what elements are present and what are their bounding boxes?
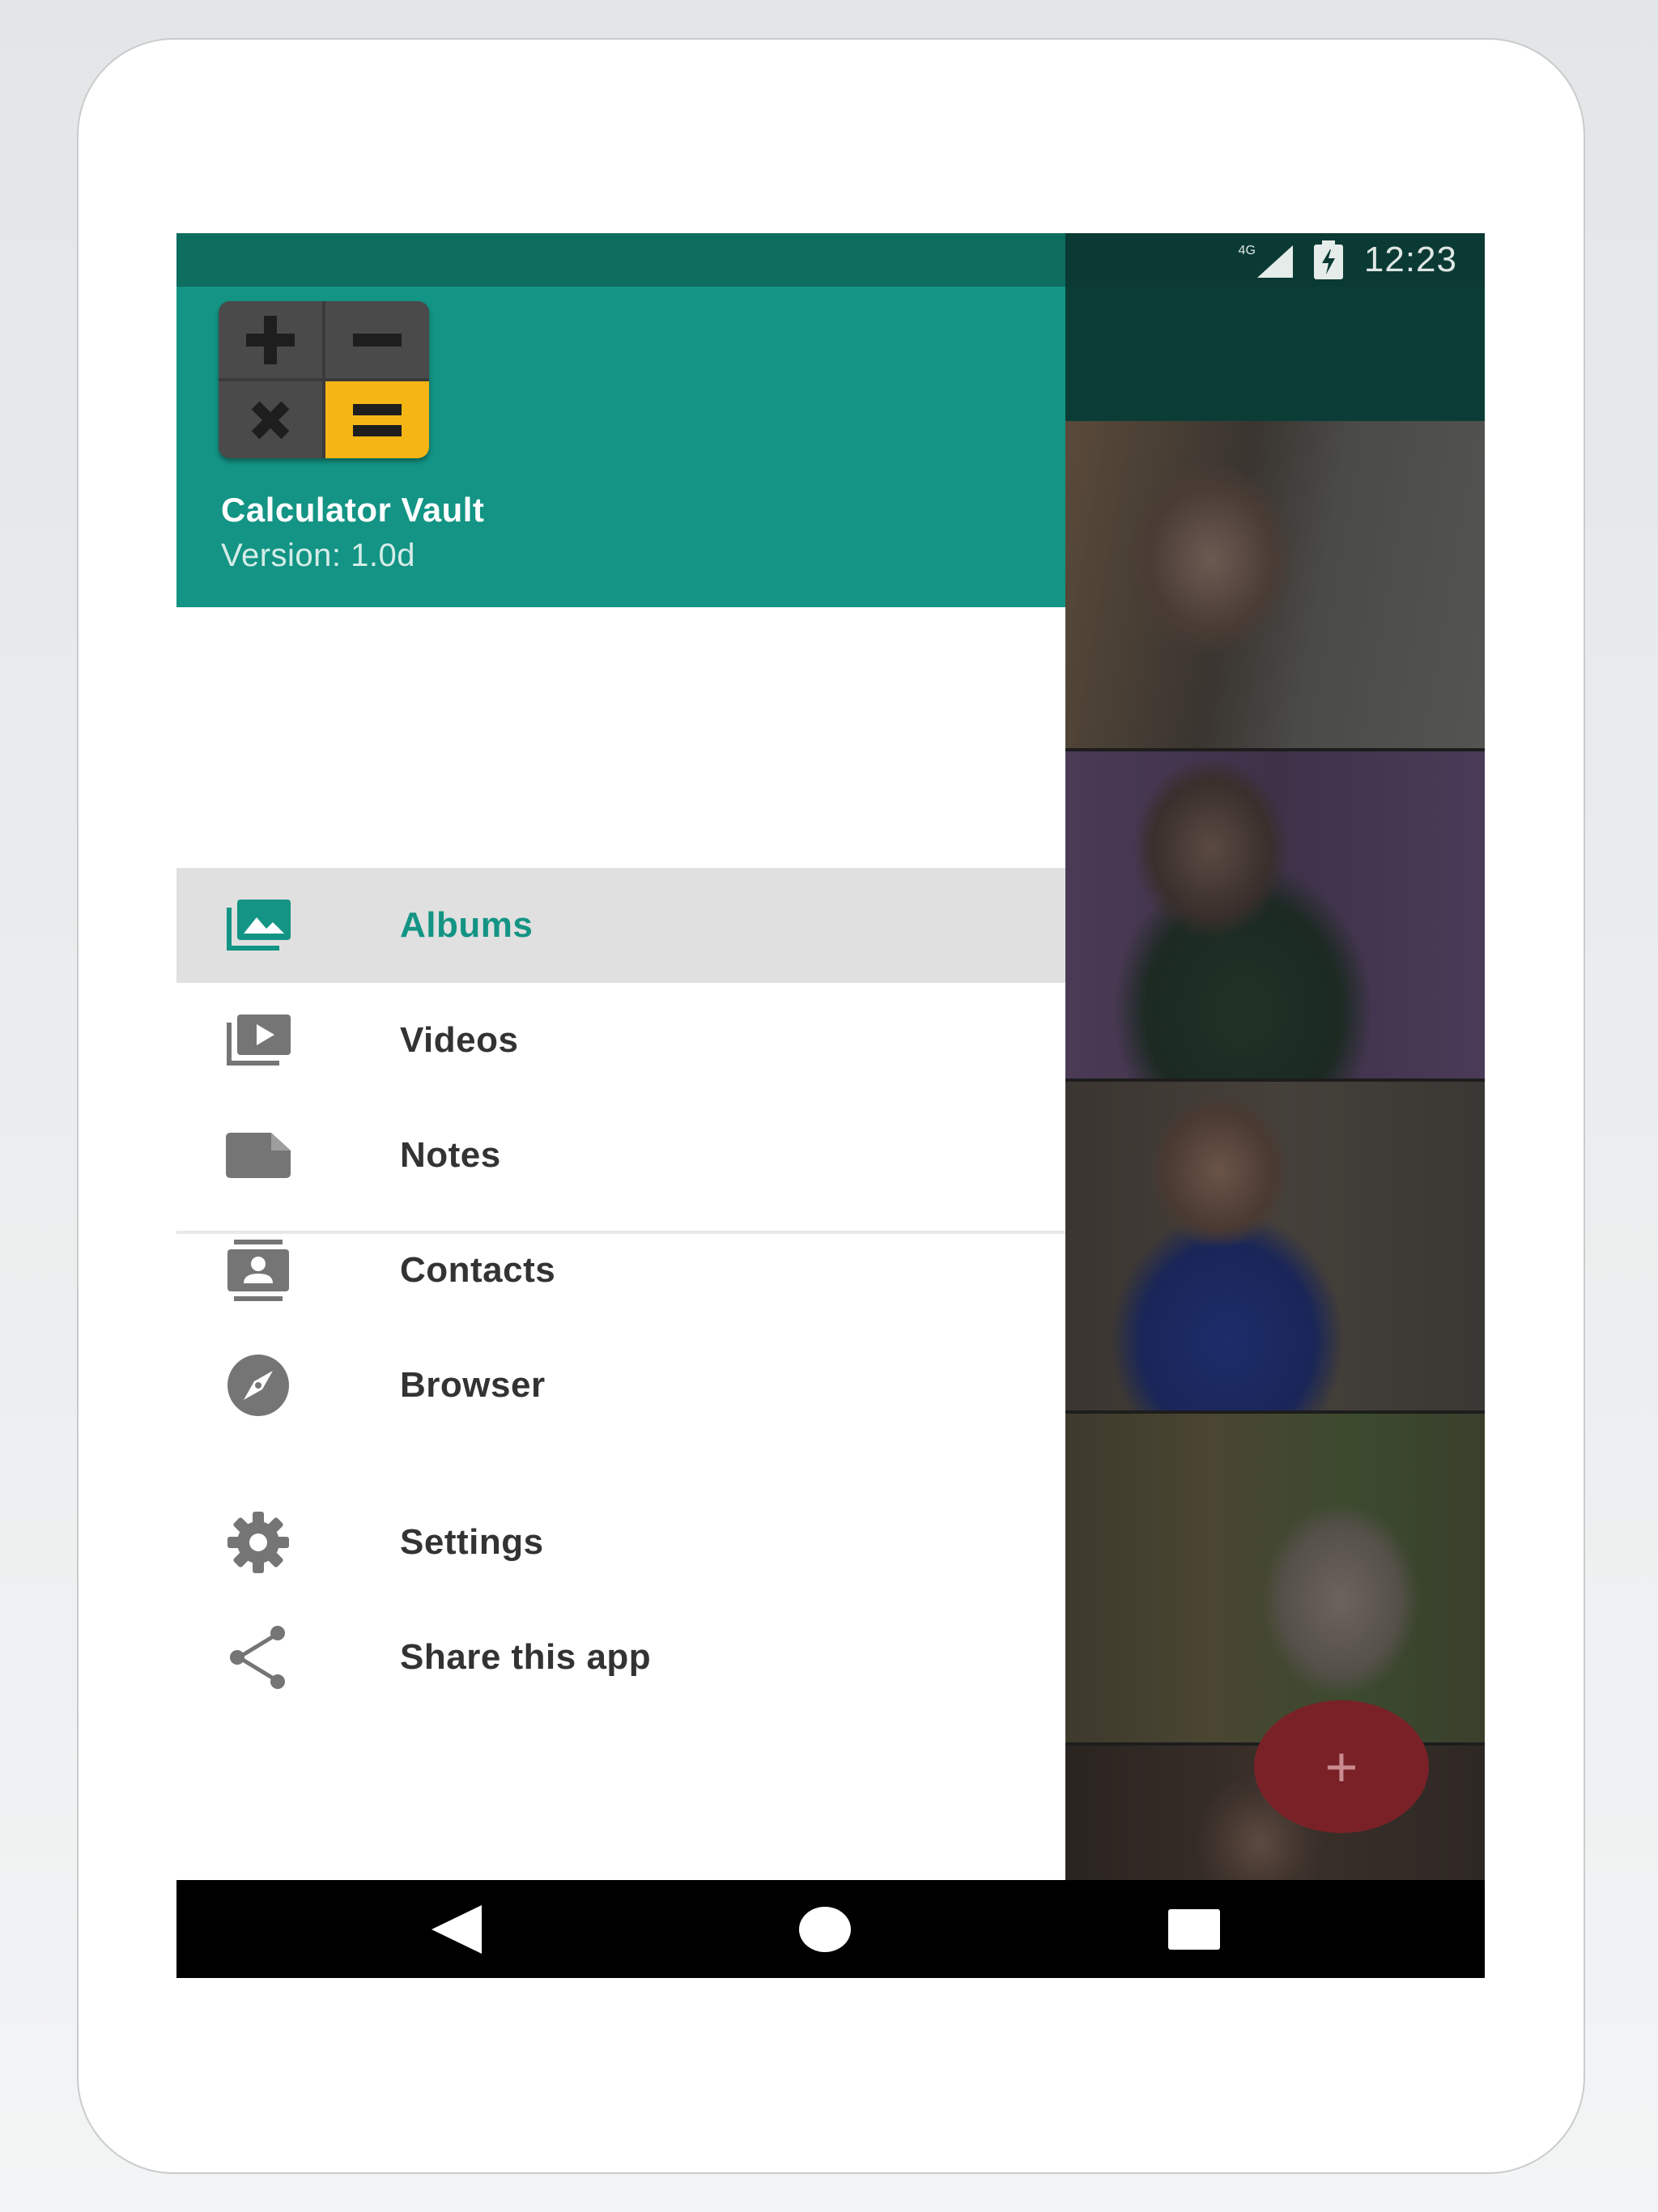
drawer-item-settings[interactable]: Settings (176, 1485, 1065, 1600)
back-button[interactable] (408, 1880, 505, 1978)
network-indicator: 4G (1239, 242, 1293, 278)
recents-square-icon (1168, 1908, 1220, 1950)
calculator-logo-icon (219, 301, 429, 458)
contacts-icon (223, 1236, 293, 1305)
logo-equals-cell (325, 381, 429, 458)
drawer-item-albums[interactable]: Albums (176, 868, 1065, 983)
drawer-item-videos[interactable]: Videos (176, 983, 1065, 1098)
add-fab-button[interactable]: + (1254, 1700, 1429, 1833)
signal-icon (1256, 245, 1293, 278)
drawer-status-bar (176, 233, 1065, 287)
album-photo-thumbnail[interactable] (1065, 1082, 1485, 1414)
recents-button[interactable] (1146, 1880, 1243, 1978)
drawer-divider (176, 1231, 1065, 1234)
album-photo-thumbnail[interactable] (1065, 421, 1485, 751)
logo-plus-cell (219, 301, 322, 378)
app-version: Version: 1.0d (221, 538, 415, 573)
share-icon (223, 1623, 293, 1692)
drawer-item-browser[interactable]: Browser (176, 1328, 1065, 1443)
album-photo-thumbnail[interactable] (1065, 751, 1485, 1082)
photo-album-icon (223, 891, 293, 960)
drawer-item-label: Albums (400, 905, 534, 945)
home-circle-icon (799, 1906, 851, 1952)
navigation-drawer: Calculator Vault Version: 1.0d Albums Vi… (176, 233, 1065, 1880)
plus-icon: + (1324, 1735, 1358, 1798)
drawer-header: Calculator Vault Version: 1.0d (176, 287, 1065, 607)
drawer-item-notes[interactable]: Notes (176, 1098, 1065, 1213)
drawer-item-label: Browser (400, 1365, 546, 1405)
logo-times-cell (219, 381, 322, 458)
network-label: 4G (1238, 244, 1256, 257)
drawer-item-label: Share this app (400, 1637, 652, 1677)
home-button[interactable] (776, 1880, 874, 1978)
battery-icon (1313, 240, 1343, 279)
logo-minus-cell (325, 301, 429, 378)
note-icon (223, 1121, 293, 1190)
drawer-item-label: Videos (400, 1020, 519, 1060)
device-screen: 4G 12:23 + Calculator Vault Version: 1.0… (176, 233, 1485, 1978)
status-time: 12:23 (1363, 240, 1457, 279)
drawer-item-share[interactable]: Share this app (176, 1600, 1065, 1715)
app-name: Calculator Vault (221, 491, 485, 529)
gear-icon (223, 1508, 293, 1577)
back-triangle-icon (432, 1904, 482, 1954)
system-navigation-bar (176, 1880, 1485, 1978)
status-icons: 4G 12:23 (1239, 233, 1457, 287)
video-library-icon (223, 1006, 293, 1075)
album-photo-thumbnail[interactable] (1065, 1414, 1485, 1746)
drawer-item-label: Settings (400, 1522, 544, 1562)
drawer-item-label: Notes (400, 1135, 501, 1175)
compass-icon (223, 1351, 293, 1420)
